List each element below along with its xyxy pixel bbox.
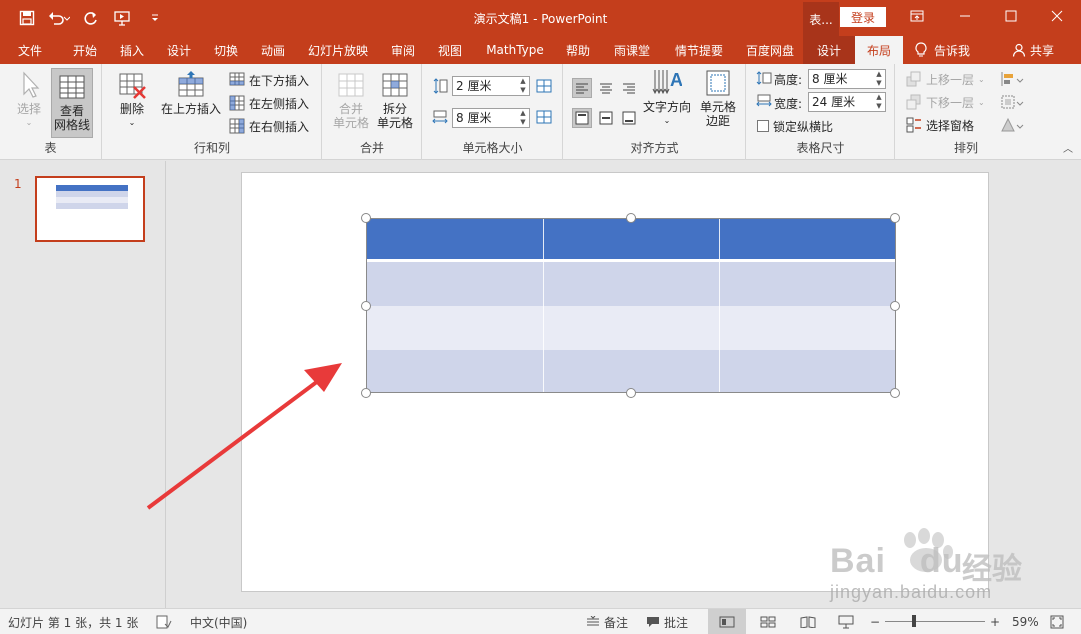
reading-view-icon[interactable]: [800, 609, 816, 634]
comment-icon: [647, 617, 659, 627]
normal-view-icon: [719, 616, 735, 628]
zoom-in-button[interactable]: +: [990, 609, 1000, 634]
watermark-brand: Bai du: [830, 542, 963, 581]
slideshow-view-icon[interactable]: [838, 609, 854, 634]
watermark-url: jingyan.baidu.com: [830, 582, 993, 602]
notes-label: 备注: [604, 615, 629, 630]
zoom-level[interactable]: 59%: [1012, 609, 1039, 634]
slide-sorter-view-icon[interactable]: [760, 609, 776, 634]
fit-to-window-icon[interactable]: [1050, 609, 1064, 634]
baidu-watermark: Bai du 经验 jingyan.baidu.com: [826, 520, 1046, 610]
normal-view-button[interactable]: [708, 609, 746, 634]
spellcheck-icon[interactable]: [156, 609, 172, 634]
comments-label: 批注: [664, 615, 689, 630]
slide-info: 幻灯片 第 1 张，共 1 张: [8, 615, 139, 630]
language-indicator[interactable]: 中文(中国): [190, 609, 247, 634]
zoom-slider-track[interactable]: [885, 621, 985, 622]
status-bar: 幻灯片 第 1 张，共 1 张 中文(中国) 备注 批注 − + 59%: [0, 608, 1081, 634]
notes-icon: [587, 616, 599, 626]
watermark-brand-2: du: [919, 542, 964, 580]
notes-button[interactable]: 备注: [586, 609, 628, 634]
zoom-slider-thumb[interactable]: [912, 615, 916, 627]
zoom-out-button[interactable]: −: [870, 609, 880, 634]
watermark-brand-1: Bai: [830, 542, 886, 580]
comments-button[interactable]: 批注: [646, 609, 688, 634]
